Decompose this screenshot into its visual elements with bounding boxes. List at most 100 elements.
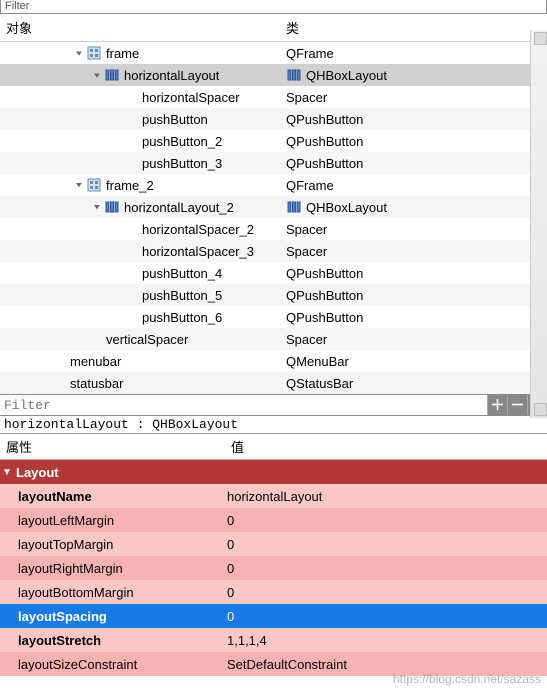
- header-class[interactable]: 类: [280, 14, 547, 41]
- property-value[interactable]: 0: [225, 513, 547, 528]
- property-group-header[interactable]: ▼Layout: [0, 460, 547, 484]
- property-row[interactable]: layoutSpacing0: [0, 604, 547, 628]
- property-row[interactable]: layoutLeftMargin0: [0, 508, 547, 532]
- no-icon: [122, 155, 138, 171]
- property-value[interactable]: 0: [225, 537, 547, 552]
- property-header: 属性 值: [0, 434, 547, 460]
- object-name: frame_2: [106, 178, 154, 193]
- property-name: layoutStretch: [0, 633, 225, 648]
- property-name: layoutSizeConstraint: [0, 657, 225, 672]
- property-filter-input[interactable]: [0, 397, 487, 414]
- property-value[interactable]: SetDefaultConstraint: [225, 657, 547, 672]
- object-class: QMenuBar: [286, 354, 349, 369]
- tree-row[interactable]: pushButton_3 QPushButton: [0, 152, 547, 174]
- object-class: QPushButton: [286, 266, 363, 281]
- property-name: layoutRightMargin: [0, 561, 225, 576]
- no-icon: [122, 111, 138, 127]
- property-row[interactable]: layoutSizeConstraintSetDefaultConstraint: [0, 652, 547, 676]
- property-row[interactable]: layoutRightMargin0: [0, 556, 547, 580]
- tree-row[interactable]: horizontalSpacerSpacer: [0, 86, 547, 108]
- object-name: pushButton: [142, 112, 208, 127]
- property-filter-bar: ＋ －: [0, 394, 547, 416]
- no-icon: [50, 353, 66, 369]
- object-name: verticalSpacer: [106, 332, 188, 347]
- property-grid[interactable]: ▼LayoutlayoutNamehorizontalLayoutlayoutL…: [0, 460, 547, 676]
- object-name: horizontalSpacer_2: [142, 222, 254, 237]
- vertical-scrollbar[interactable]: [530, 30, 547, 418]
- no-icon: [122, 133, 138, 149]
- property-row[interactable]: layoutNamehorizontalLayout: [0, 484, 547, 508]
- expand-toggle[interactable]: ▼: [72, 181, 86, 189]
- property-name: layoutSpacing: [0, 609, 225, 624]
- group-name: Layout: [14, 465, 239, 480]
- expand-toggle[interactable]: ▼: [90, 71, 104, 79]
- property-row[interactable]: layoutTopMargin0: [0, 532, 547, 556]
- no-icon: [50, 375, 66, 391]
- header-object[interactable]: 对象: [0, 14, 280, 41]
- property-value[interactable]: 1,1,1,4: [225, 633, 547, 648]
- object-name: menubar: [70, 354, 121, 369]
- tree-row[interactable]: pushButtonQPushButton: [0, 108, 547, 130]
- object-tree[interactable]: ▼frameQFrame▼horizontalLayoutQHBoxLayout…: [0, 42, 547, 394]
- object-name: pushButton_3: [142, 156, 222, 171]
- no-icon: [122, 243, 138, 259]
- object-class: QPushButton: [286, 156, 363, 171]
- tree-row[interactable]: ▼ frame_2 QFrame: [0, 174, 547, 196]
- object-class: QFrame: [286, 178, 334, 193]
- tree-row[interactable]: pushButton_5QPushButton: [0, 284, 547, 306]
- expand-toggle[interactable]: ▼: [72, 49, 86, 57]
- object-name: pushButton_4: [142, 266, 222, 281]
- property-name: layoutName: [0, 489, 225, 504]
- tree-row[interactable]: pushButton_2QPushButton: [0, 130, 547, 152]
- object-name: horizontalSpacer: [142, 90, 240, 105]
- property-name: layoutLeftMargin: [0, 513, 225, 528]
- top-filter-field[interactable]: Filter: [0, 0, 547, 14]
- tree-row[interactable]: pushButton_6 QPushButton: [0, 306, 547, 328]
- tree-row[interactable]: verticalSpacer Spacer: [0, 328, 547, 350]
- no-icon: [122, 89, 138, 105]
- object-class: QStatusBar: [286, 376, 353, 391]
- no-icon: [86, 331, 102, 347]
- header-prop-value[interactable]: 值: [225, 434, 547, 459]
- object-class: Spacer: [286, 222, 327, 237]
- tree-row[interactable]: horizontalSpacer_3 Spacer: [0, 240, 547, 262]
- remove-dynamic-property-button[interactable]: －: [507, 395, 527, 415]
- frame-icon: [86, 45, 102, 61]
- frame-icon: [86, 177, 102, 193]
- layout-icon: [286, 67, 302, 83]
- property-value[interactable]: 0: [225, 609, 547, 624]
- object-class: QPushButton: [286, 310, 363, 325]
- layout-icon: [104, 67, 120, 83]
- object-class: QHBoxLayout: [286, 67, 387, 83]
- tree-row[interactable]: ▼horizontalLayout_2QHBoxLayout: [0, 196, 547, 218]
- layout-icon: [286, 199, 302, 215]
- object-name: pushButton_5: [142, 288, 222, 303]
- property-row[interactable]: layoutBottomMargin0: [0, 580, 547, 604]
- tree-row[interactable]: ▼frameQFrame: [0, 42, 547, 64]
- object-class: Spacer: [286, 244, 327, 259]
- tree-row[interactable]: menubar QMenuBar: [0, 350, 547, 372]
- tree-row[interactable]: statusbar QStatusBar: [0, 372, 547, 394]
- expand-toggle[interactable]: ▼: [90, 203, 104, 211]
- property-value[interactable]: 0: [225, 561, 547, 576]
- tree-row[interactable]: horizontalSpacer_2 Spacer: [0, 218, 547, 240]
- object-class: QHBoxLayout: [286, 199, 387, 215]
- property-row[interactable]: layoutStretch1,1,1,4: [0, 628, 547, 652]
- add-dynamic-property-button[interactable]: ＋: [487, 395, 507, 415]
- object-name: pushButton_6: [142, 310, 222, 325]
- tree-row[interactable]: ▼horizontalLayoutQHBoxLayout: [0, 64, 547, 86]
- object-class: QFrame: [286, 46, 334, 61]
- object-name: pushButton_2: [142, 134, 222, 149]
- object-name: horizontalSpacer_3: [142, 244, 254, 259]
- property-name: layoutTopMargin: [0, 537, 225, 552]
- object-class: Spacer: [286, 332, 327, 347]
- collapse-icon: ▼: [0, 467, 14, 478]
- property-value[interactable]: horizontalLayout: [225, 489, 547, 504]
- tree-header: 对象 类: [0, 14, 547, 42]
- header-prop-name[interactable]: 属性: [0, 434, 225, 459]
- object-name: statusbar: [70, 376, 123, 391]
- property-value[interactable]: 0: [225, 585, 547, 600]
- tree-row[interactable]: pushButton_4 QPushButton: [0, 262, 547, 284]
- no-icon: [122, 265, 138, 281]
- selection-breadcrumb: horizontalLayout : QHBoxLayout: [0, 416, 547, 434]
